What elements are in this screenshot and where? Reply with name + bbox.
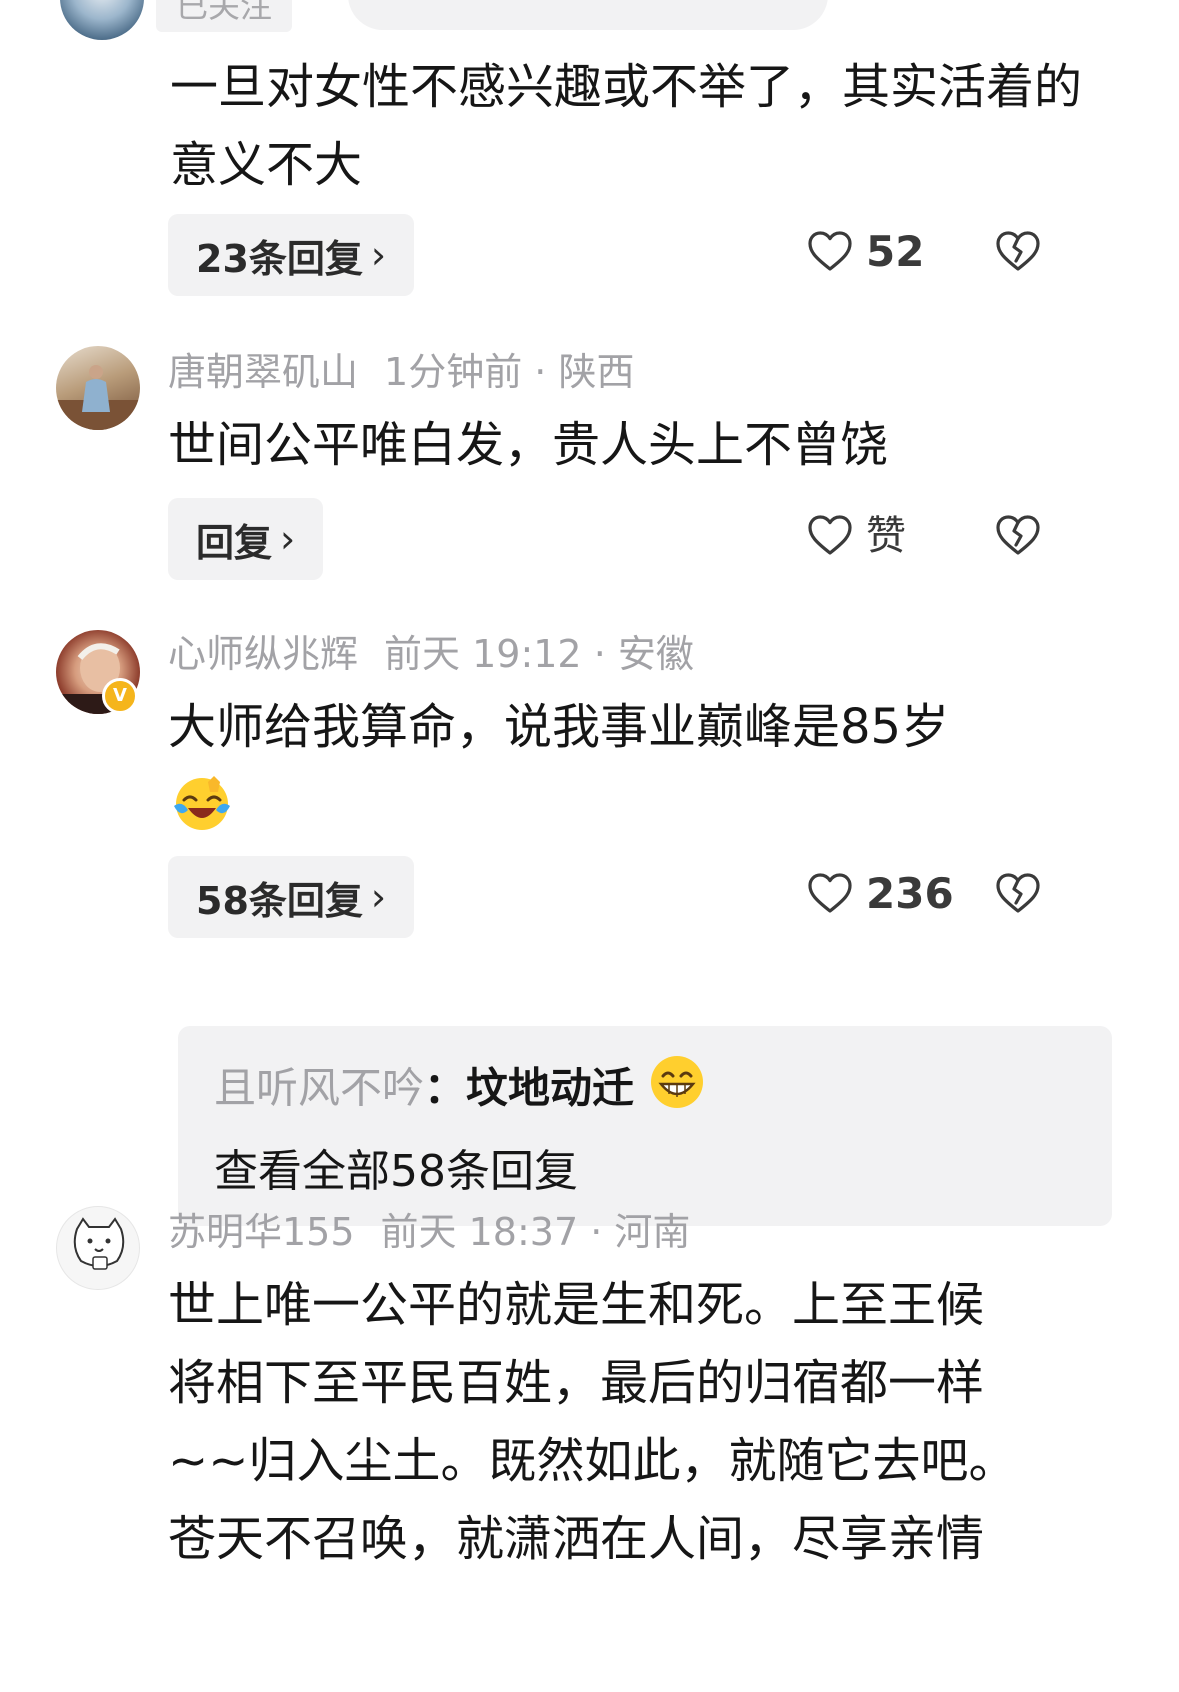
avatar[interactable]: [56, 1206, 140, 1290]
timestamp: 前天 19:12: [384, 632, 582, 676]
username[interactable]: 苏明华155: [168, 1210, 355, 1254]
input-pill[interactable]: [348, 0, 828, 30]
like-heart-icon[interactable]: [806, 512, 854, 560]
separator: ·: [593, 632, 606, 676]
timestamp: 前天 18:37: [380, 1210, 579, 1254]
like-count: 52: [866, 227, 925, 276]
avatar[interactable]: [56, 346, 140, 430]
view-replies-button[interactable]: 58条回复 ›: [168, 856, 415, 938]
comment-meta: 苏明华155 前天 18:37 · 河南: [168, 1208, 690, 1256]
colon: ：: [424, 1063, 467, 1113]
sub-reply-line: 且听风不吟：坟地动迁: [214, 1052, 707, 1130]
comment-text: 大师给我算命，说我事业巅峰是85岁: [168, 699, 950, 755]
username[interactable]: 唐朝翠矶山: [168, 350, 358, 394]
comment-text-line: 将相下至平民百姓，最后的归宿都一样: [168, 1355, 985, 1411]
comment-text: 一旦对女性不感兴趣或不举了，其实活着的意义不大: [170, 59, 1083, 193]
dislike-broken-heart-icon[interactable]: [994, 228, 1042, 276]
dislike-broken-heart-icon[interactable]: [994, 870, 1042, 918]
reply-label: 23条回复: [196, 236, 363, 281]
sub-reply-text: 坟地动迁: [466, 1063, 635, 1113]
chevron-right-icon: ›: [370, 233, 387, 277]
comment-text: 世上唯一公平的就是生和死。上至王候 将相下至平民百姓，最后的归宿都一样 ~~归入…: [168, 1266, 1088, 1578]
view-replies-button[interactable]: 23条回复 ›: [168, 214, 415, 296]
comment-text: 世间公平唯白发，贵人头上不曾饶: [168, 417, 889, 473]
sub-reply-username[interactable]: 且听风不吟: [214, 1064, 424, 1113]
separator: ·: [534, 350, 547, 394]
comment-text-line: 苍天不召唤，就潇洒在人间，尽享亲情: [168, 1511, 985, 1567]
location: 陕西: [558, 350, 635, 394]
comment-text-line: ~~归入尘土。既然如此，就随它去吧。: [168, 1433, 1017, 1489]
reply-label: 回复: [196, 520, 273, 565]
laughing-crying-emoji-icon: [170, 770, 234, 834]
like-label: 赞: [866, 513, 906, 559]
chevron-right-icon: ›: [280, 517, 296, 561]
username[interactable]: 心师纵兆辉: [168, 632, 358, 676]
comment-text-line: 世上唯一公平的就是生和死。上至王候: [168, 1277, 985, 1333]
reply-button[interactable]: 回复 ›: [168, 498, 324, 580]
grinning-emoji-icon: [647, 1052, 707, 1130]
comment-meta: 心师纵兆辉 前天 19:12 · 安徽: [168, 630, 694, 678]
dislike-broken-heart-icon[interactable]: [994, 512, 1042, 560]
avatar[interactable]: [60, 0, 144, 40]
separator: ·: [590, 1210, 603, 1254]
reply-label: 58条回复: [196, 878, 363, 923]
location: 河南: [614, 1210, 691, 1254]
view-all-replies-link[interactable]: 查看全部58条回复: [214, 1140, 578, 1204]
location: 安徽: [617, 632, 694, 676]
comment-meta: 唐朝翠矶山 1分钟前 · 陕西: [168, 348, 635, 396]
like-count: 236: [866, 869, 954, 918]
timestamp: 1分钟前: [384, 350, 523, 394]
verified-badge-icon: V: [102, 678, 138, 714]
followed-tag[interactable]: 已关注: [156, 0, 292, 32]
like-heart-icon[interactable]: [806, 228, 854, 276]
like-heart-icon[interactable]: [806, 870, 854, 918]
chevron-right-icon: ›: [370, 875, 387, 919]
